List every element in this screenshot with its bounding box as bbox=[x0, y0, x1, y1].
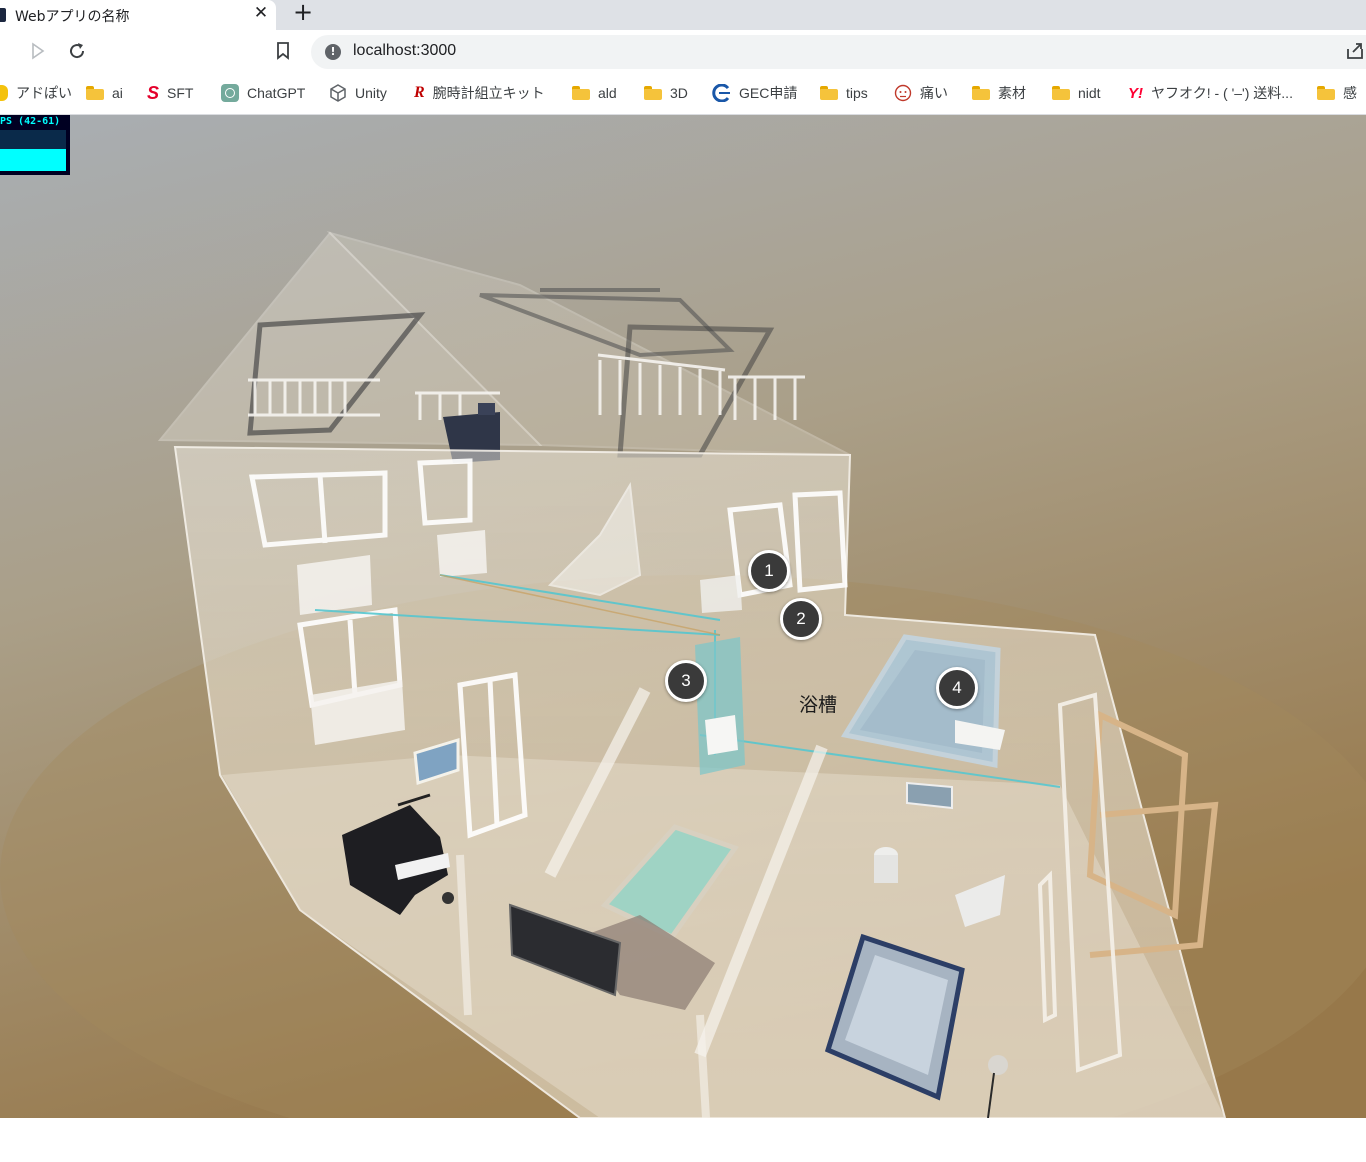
bathtub-label: 浴槽 bbox=[799, 694, 838, 716]
face-icon bbox=[894, 84, 912, 102]
bookmark-3d[interactable]: 3D bbox=[644, 80, 688, 106]
unity-icon bbox=[330, 84, 346, 102]
folder-icon bbox=[820, 86, 838, 100]
bookmark-ai[interactable]: ai bbox=[86, 80, 123, 106]
gec-icon bbox=[712, 84, 730, 102]
folder-icon bbox=[572, 86, 590, 100]
folder-icon bbox=[972, 86, 990, 100]
fps-stats-panel[interactable]: PS (42-61) bbox=[0, 115, 70, 175]
hotspot-marker-4[interactable]: 4 bbox=[936, 667, 978, 709]
bookmark-gec[interactable]: GEC申請 bbox=[711, 80, 797, 106]
tab-close-icon[interactable]: ✕ bbox=[251, 3, 271, 23]
bookmark-chatgpt[interactable]: ChatGPT bbox=[221, 80, 305, 106]
house-scene[interactable] bbox=[0, 115, 1366, 1118]
back-icon[interactable] bbox=[0, 38, 12, 64]
bookmark-itai[interactable]: 痛い bbox=[894, 80, 948, 106]
tab-strip: Webアプリの名称 ✕ + bbox=[0, 0, 1366, 30]
folder-icon bbox=[1052, 86, 1070, 100]
bookmark-sozai[interactable]: 素材 bbox=[972, 80, 1026, 106]
browser-toolbar: ! localhost:3000 bbox=[0, 30, 1366, 72]
hotspot-marker-1[interactable]: 1 bbox=[748, 550, 790, 592]
three-viewport[interactable]: PS (42-61) 1 2 3 4 浴槽 bbox=[0, 115, 1366, 1118]
url-text[interactable]: localhost:3000 bbox=[353, 42, 456, 60]
address-bar[interactable]: ! localhost:3000 bbox=[311, 35, 1366, 69]
bookmark-adopoi[interactable]: アドぽい bbox=[0, 80, 72, 106]
page-bottom-area bbox=[0, 1118, 1366, 1162]
tab-title: Webアプリの名称 bbox=[15, 9, 130, 25]
bookmark-watch-kit[interactable]: R 腕時計組立キット bbox=[414, 80, 545, 106]
folder-icon bbox=[86, 86, 104, 100]
bookmark-unity[interactable]: Unity bbox=[329, 80, 387, 106]
bookmark-kan[interactable]: 感 bbox=[1317, 80, 1357, 106]
bookmark-ald[interactable]: ald bbox=[572, 80, 617, 106]
bookmark-yahuoku[interactable]: Y! ヤフオク! - ( '–') 送料... bbox=[1128, 80, 1293, 106]
site-info-icon[interactable]: ! bbox=[325, 44, 341, 60]
share-icon[interactable] bbox=[1342, 38, 1366, 64]
reload-icon[interactable] bbox=[64, 38, 90, 64]
bookmarks-bar: アドぽい ai S SFT ChatGPT Unity R 腕時計組立キット a… bbox=[0, 72, 1366, 115]
play-icon[interactable] bbox=[24, 38, 50, 64]
rakuten-icon: R bbox=[414, 84, 425, 101]
fps-bar bbox=[0, 130, 66, 149]
bookmark-nidt[interactable]: nidt bbox=[1052, 80, 1101, 106]
new-tab-button[interactable]: + bbox=[289, 0, 317, 26]
folder-icon bbox=[1317, 86, 1335, 100]
sft-logo-icon: S bbox=[147, 82, 160, 103]
folder-icon bbox=[644, 86, 662, 100]
yahoo-icon: Y! bbox=[1128, 84, 1143, 102]
chatgpt-icon bbox=[221, 84, 239, 102]
hotspot-marker-3[interactable]: 3 bbox=[665, 660, 707, 702]
fps-text: PS (42-61) bbox=[0, 116, 61, 127]
hotspot-marker-2[interactable]: 2 bbox=[780, 598, 822, 640]
browser-tab[interactable]: Webアプリの名称 ✕ bbox=[0, 0, 276, 30]
bookmark-star-icon[interactable] bbox=[270, 38, 296, 64]
fps-graph bbox=[0, 149, 66, 171]
bookmark-tips[interactable]: tips bbox=[820, 80, 868, 106]
yellow-app-icon bbox=[0, 85, 8, 101]
tab-favicon-icon bbox=[0, 8, 6, 22]
bookmark-sft[interactable]: S SFT bbox=[147, 80, 193, 106]
